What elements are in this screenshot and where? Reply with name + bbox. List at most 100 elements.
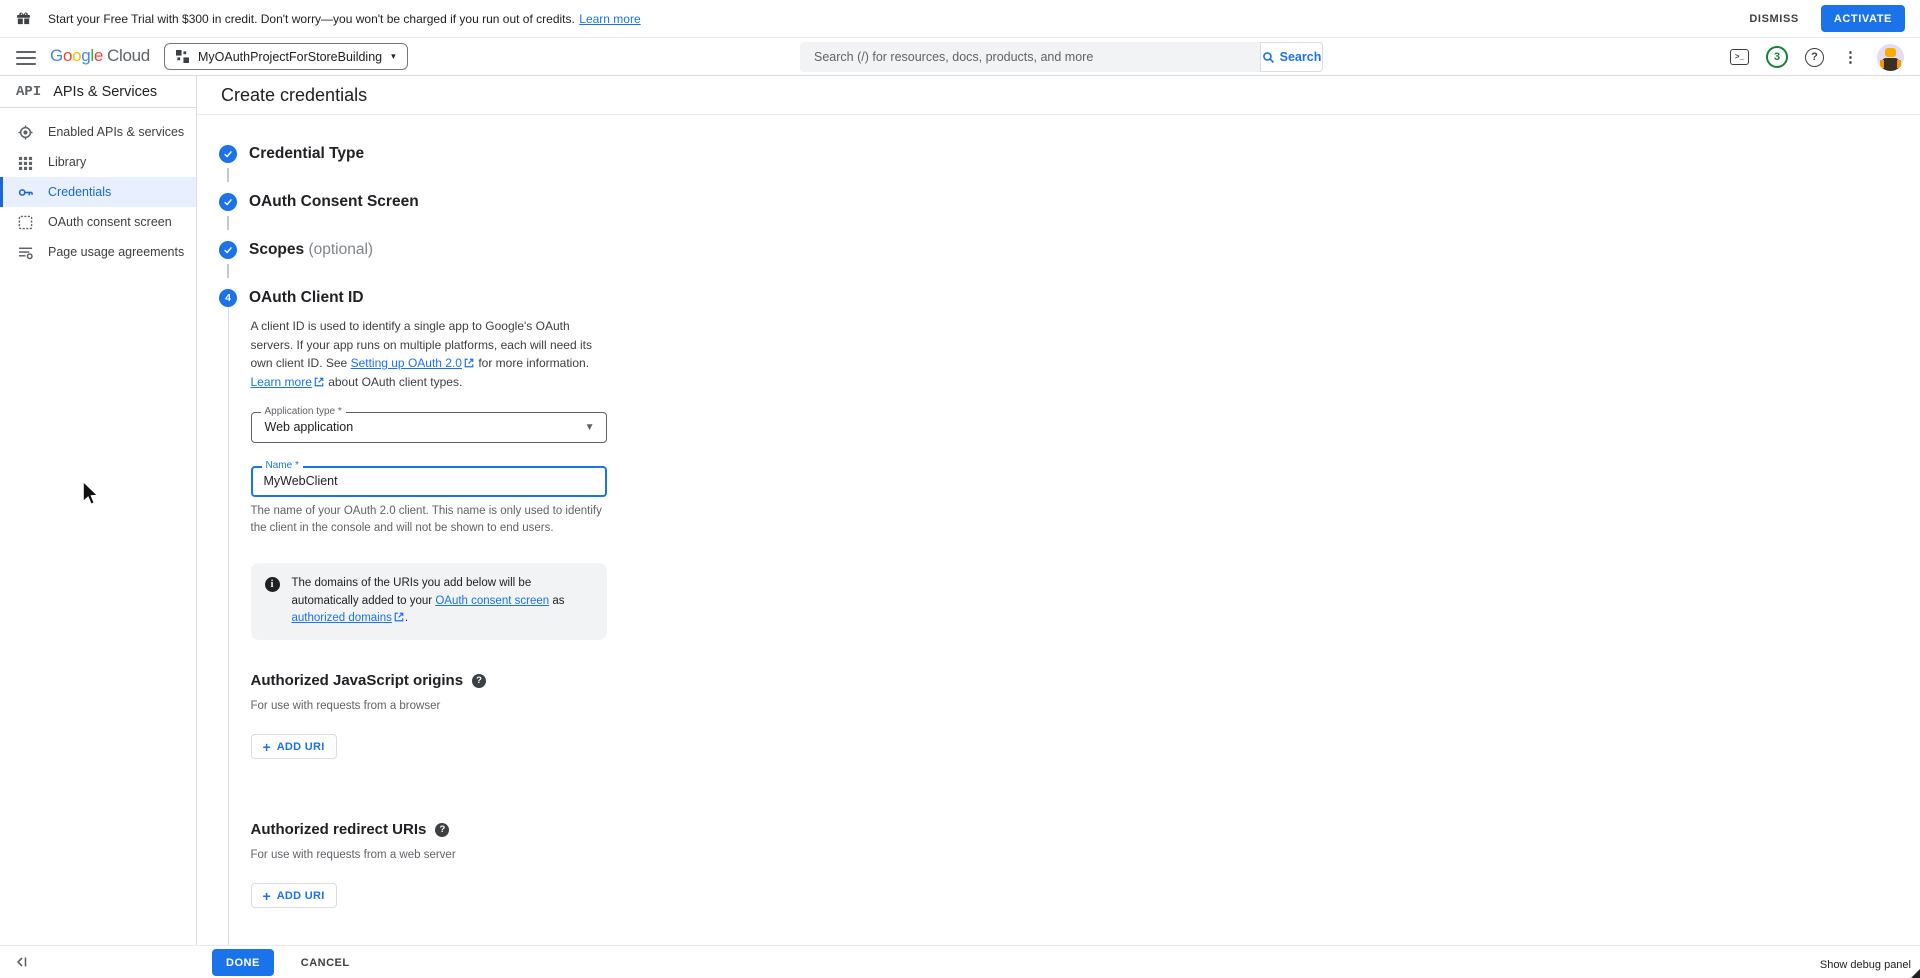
- resize-corner-icon[interactable]: [1911, 969, 1920, 978]
- setting-up-oauth-link[interactable]: Setting up OAuth 2.0: [351, 356, 462, 370]
- step-title: Credential Type: [249, 145, 364, 163]
- sidebar-item-label: Page usage agreements: [48, 245, 184, 259]
- info-text-part: .: [405, 612, 408, 624]
- hamburger-menu-icon[interactable]: [16, 47, 36, 67]
- domains-info-text: The domains of the URIs you add below wi…: [292, 575, 593, 628]
- sidebar-item-oauth-consent[interactable]: OAuth consent screen: [0, 207, 196, 237]
- client-id-description: A client ID is used to identify a single…: [251, 317, 607, 391]
- sidebar-item-enabled-apis[interactable]: Enabled APIs & services: [0, 117, 196, 147]
- external-link-icon: [314, 377, 324, 387]
- page-usage-icon: [18, 245, 33, 260]
- redirect-uris-title: Authorized redirect URIs: [251, 821, 427, 838]
- dismiss-button[interactable]: DISMISS: [1749, 13, 1798, 25]
- add-js-origin-uri-button[interactable]: + ADD URI: [251, 734, 337, 759]
- footer-cancel-button[interactable]: CANCEL: [301, 957, 350, 969]
- project-name: MyOAuthProjectForStoreBuilding: [198, 50, 382, 64]
- step-title: OAuth Consent Screen: [249, 193, 419, 211]
- sidebar-item-label: Enabled APIs & services: [48, 125, 184, 139]
- desc-text: for more information.: [475, 356, 589, 370]
- desc-text: about OAuth client types.: [325, 375, 462, 389]
- trial-banner-message: Start your Free Trial with $300 in credi…: [48, 12, 575, 26]
- client-name-label: Name *: [262, 460, 303, 471]
- client-name-input[interactable]: [253, 468, 587, 494]
- logo-letter: o: [72, 46, 81, 65]
- collapse-sidebar-icon[interactable]: [14, 954, 30, 970]
- js-origins-section: Authorized JavaScript origins ?: [251, 672, 648, 689]
- add-redirect-uri-button[interactable]: + ADD URI: [251, 883, 337, 908]
- project-icon: [176, 50, 189, 63]
- google-cloud-console: Start your Free Trial with $300 in credi…: [0, 0, 1920, 978]
- api-product-icon: API: [16, 84, 41, 100]
- top-navigation-bar: GoogleCloud MyOAuthProjectForStoreBuildi…: [0, 38, 1920, 76]
- page-title: Create credentials: [221, 85, 367, 106]
- search-icon: [1262, 51, 1275, 64]
- plus-icon: +: [263, 740, 271, 754]
- step-credential-type[interactable]: Credential Type: [219, 145, 1920, 163]
- google-cloud-logo[interactable]: GoogleCloud: [50, 46, 150, 66]
- application-type-value: Web application: [252, 413, 606, 442]
- learn-more-oauth-link[interactable]: Learn more: [251, 375, 312, 389]
- project-switcher[interactable]: MyOAuthProjectForStoreBuilding ▾: [164, 43, 408, 70]
- content-header: Create credentials: [197, 76, 1920, 115]
- search-button-label: Search: [1280, 50, 1322, 64]
- sidebar-item-label: Credentials: [48, 185, 111, 199]
- activate-button[interactable]: ACTIVATE: [1821, 5, 1905, 32]
- logo-letter: o: [63, 46, 72, 65]
- add-uri-label: ADD URI: [277, 890, 325, 902]
- sidebar-divider: [196, 76, 197, 978]
- step-optional-suffix: (optional): [308, 241, 373, 258]
- chevron-down-icon: ▼: [585, 422, 595, 433]
- free-trial-banner: Start your Free Trial with $300 in credi…: [0, 0, 1920, 38]
- authorized-domains-link[interactable]: authorized domains: [292, 612, 392, 624]
- search-input[interactable]: [800, 50, 1260, 64]
- step-title: OAuth Client ID: [249, 289, 364, 307]
- done-button[interactable]: DONE: [212, 949, 274, 976]
- application-type-select[interactable]: Application type * Web application ▼: [251, 412, 607, 443]
- js-origins-subtitle: For use with requests from a browser: [251, 700, 648, 712]
- show-debug-panel-link[interactable]: Show debug panel: [1820, 959, 1911, 971]
- sidebar-item-library[interactable]: Library: [0, 147, 196, 177]
- add-uri-label: ADD URI: [277, 741, 325, 753]
- oauth-consent-screen-link[interactable]: OAuth consent screen: [435, 595, 549, 607]
- sidebar-item-credentials[interactable]: Credentials: [0, 177, 196, 207]
- more-options-icon[interactable]: ⋮: [1841, 48, 1860, 66]
- credential-steps: Credential Type OAuth Consent Screen Sco…: [197, 115, 1920, 945]
- help-circle-icon[interactable]: ?: [435, 823, 449, 837]
- help-circle-icon[interactable]: ?: [472, 674, 486, 688]
- sidebar-item-label: OAuth consent screen: [48, 215, 172, 229]
- step-oauth-consent[interactable]: OAuth Consent Screen: [219, 193, 1920, 211]
- sidebar-title: APIs & Services: [53, 84, 157, 100]
- library-icon: [18, 155, 33, 170]
- search-button[interactable]: Search: [1260, 42, 1323, 72]
- client-name-field: Name *: [251, 466, 607, 497]
- step-connector: [227, 216, 229, 230]
- step-connector: [227, 168, 229, 182]
- step-scopes[interactable]: Scopes (optional): [219, 241, 1920, 259]
- sidebar-item-label: Library: [48, 155, 86, 169]
- step-connector: [227, 264, 229, 278]
- sidebar-item-page-usage[interactable]: Page usage agreements: [0, 237, 196, 267]
- help-icon[interactable]: ?: [1805, 48, 1824, 67]
- client-name-helper: The name of your OAuth 2.0 client. This …: [251, 503, 607, 536]
- step-complete-icon: [219, 193, 237, 211]
- step-number-icon: 4: [219, 289, 237, 307]
- oauth-consent-icon: [18, 215, 33, 230]
- application-type-label: Application type *: [261, 406, 346, 417]
- redirect-uris-subtitle: For use with requests from a web server: [251, 849, 648, 861]
- notifications-badge[interactable]: 3: [1766, 46, 1788, 68]
- avatar[interactable]: [1877, 44, 1904, 71]
- external-link-icon: [394, 612, 404, 622]
- learn-more-link[interactable]: Learn more: [579, 12, 640, 26]
- main-content: Create credentials Credential Type OAuth…: [197, 76, 1920, 945]
- cloud-shell-icon[interactable]: >_: [1730, 49, 1749, 65]
- step-title: Scopes: [249, 241, 304, 258]
- oauth-client-form: A client ID is used to identify a single…: [228, 307, 648, 945]
- plus-icon: +: [263, 889, 271, 903]
- info-text-part: as: [549, 595, 564, 607]
- logo-cloud-text: Cloud: [107, 46, 150, 65]
- key-icon: [18, 185, 33, 200]
- js-origins-title: Authorized JavaScript origins: [251, 672, 464, 689]
- bottom-action-bar: DONE CANCEL Show debug panel: [0, 945, 1920, 978]
- step-complete-icon: [219, 145, 237, 163]
- chevron-down-icon: ▾: [391, 51, 396, 62]
